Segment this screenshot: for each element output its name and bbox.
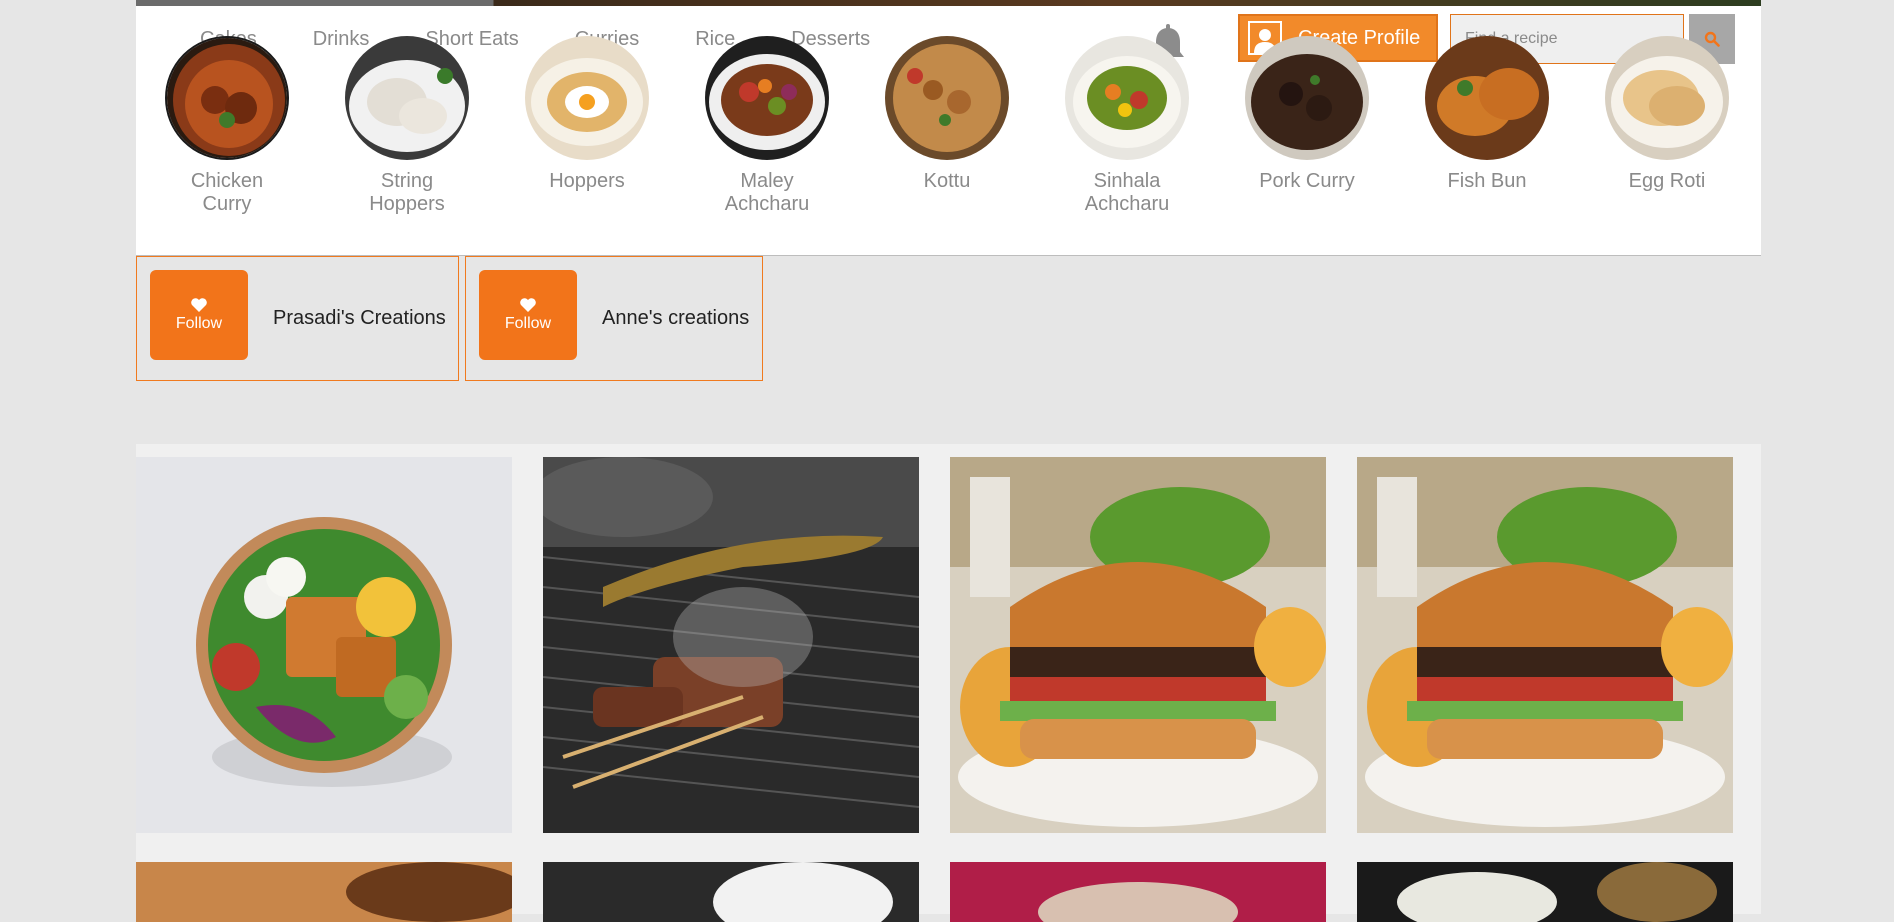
category-image bbox=[1245, 36, 1369, 160]
category-label: Kottu bbox=[923, 170, 971, 192]
follow-button[interactable]: Follow bbox=[479, 270, 577, 360]
category-image bbox=[705, 36, 829, 160]
category-label: Fish Bun bbox=[1447, 170, 1527, 192]
recipe-tile[interactable] bbox=[543, 457, 919, 833]
search-icon bbox=[1704, 31, 1720, 47]
category-item-chicken-curry[interactable]: Chicken Curry bbox=[137, 36, 317, 216]
category-item-fish-bun[interactable]: Fish Bun bbox=[1397, 36, 1577, 193]
category-item-sinhala-achcharu[interactable]: Sinhala Achcharu bbox=[1037, 36, 1217, 216]
category-image bbox=[165, 36, 289, 160]
category-item-hoppers[interactable]: Hoppers bbox=[497, 36, 677, 193]
category-label: String Hoppers bbox=[369, 170, 445, 215]
category-image bbox=[525, 36, 649, 160]
category-item-string-hoppers[interactable]: String Hoppers bbox=[317, 36, 497, 216]
recipe-tile[interactable] bbox=[1357, 457, 1733, 833]
category-label: Hoppers bbox=[549, 170, 625, 192]
category-label: Pork Curry bbox=[1259, 170, 1355, 192]
creator-card: Follow Anne's creations bbox=[465, 256, 763, 381]
recipe-tile[interactable] bbox=[950, 457, 1326, 833]
creator-name[interactable]: Anne's creations bbox=[602, 307, 749, 330]
follow-label: Follow bbox=[504, 315, 552, 332]
creator-name[interactable]: Prasadi's Creations bbox=[273, 307, 446, 330]
category-label: Sinhala Achcharu bbox=[1084, 170, 1170, 215]
recipe-tile[interactable] bbox=[136, 457, 512, 833]
recipe-tile[interactable] bbox=[543, 862, 919, 922]
creator-card: Follow Prasadi's Creations bbox=[136, 256, 459, 381]
category-image bbox=[1605, 36, 1729, 160]
category-item-pork-curry[interactable]: Pork Curry bbox=[1217, 36, 1397, 193]
category-image bbox=[345, 36, 469, 160]
category-image bbox=[1425, 36, 1549, 160]
category-label: Egg Roti bbox=[1628, 170, 1706, 192]
follow-button[interactable]: Follow bbox=[150, 270, 248, 360]
category-label: Maley Achcharu bbox=[724, 170, 810, 215]
recipe-tile[interactable] bbox=[950, 862, 1326, 922]
recipe-gallery bbox=[136, 444, 1761, 922]
heart-icon bbox=[520, 298, 536, 312]
category-image bbox=[885, 36, 1009, 160]
heart-icon bbox=[191, 298, 207, 312]
site-header: Cakes Drinks Short Eats Curries Rice Des… bbox=[136, 6, 1761, 256]
category-carousel: Chicken Curry String Hoppers Hoppers Mal… bbox=[136, 36, 1761, 230]
follow-label: Follow bbox=[175, 315, 223, 332]
category-label: Chicken Curry bbox=[190, 170, 264, 215]
nav-link-drinks[interactable]: Drinks bbox=[313, 28, 370, 51]
category-item-maley-achcharu[interactable]: Maley Achcharu bbox=[677, 36, 857, 216]
category-item-egg-roti[interactable]: Egg Roti bbox=[1577, 36, 1757, 193]
category-image bbox=[1065, 36, 1189, 160]
recipe-tile[interactable] bbox=[1357, 862, 1733, 922]
category-item-kottu[interactable]: Kottu bbox=[857, 36, 1037, 193]
recipe-tile[interactable] bbox=[136, 862, 512, 922]
